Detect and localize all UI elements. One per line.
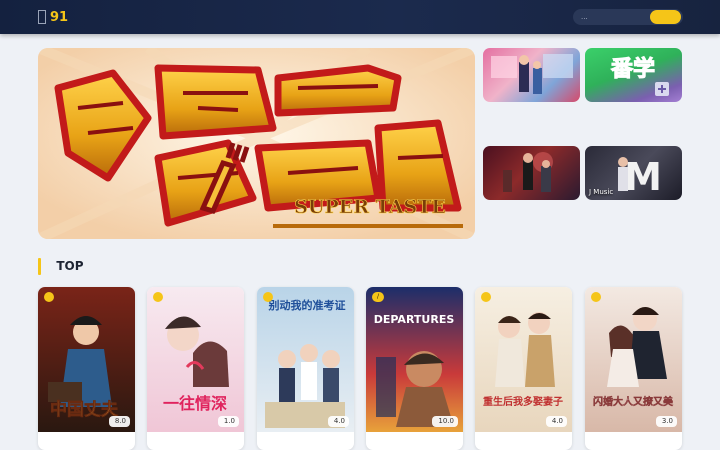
rating-badge: 4.0 xyxy=(545,416,567,427)
featured-card-4[interactable]: M J Music xyxy=(585,146,682,200)
video-card-poster: 闪婚大人又撩又美 xyxy=(585,287,682,432)
featured-card-2[interactable]: 番学 xyxy=(585,48,682,102)
category-badge xyxy=(263,292,273,302)
video-card[interactable]: 别动我的准考证 4.0 xyxy=(257,287,354,450)
rating-badge: 4.0 xyxy=(327,416,349,427)
video-card[interactable]: 闪婚大人又撩又美 3.0 xyxy=(585,287,682,450)
video-card[interactable]: 中国丈夫 8.0 xyxy=(38,287,135,450)
video-card[interactable]: 重生后我多娶妻子 4.0 xyxy=(475,287,572,450)
rating-value: 1.0 xyxy=(223,417,235,425)
search-input[interactable] xyxy=(581,11,647,23)
video-card[interactable]: DEPARTURES / 10.0 xyxy=(366,287,463,450)
video-card[interactable]: 一往情深 1.0 xyxy=(147,287,244,450)
video-card-poster: DEPARTURES xyxy=(366,287,463,432)
svg-text:闪婚大人又撩又美: 闪婚大人又撩又美 xyxy=(593,395,674,408)
video-card-poster: 中国丈夫 xyxy=(38,287,135,432)
featured-card-2-thumbnail: 番学 xyxy=(609,56,669,96)
video-card-poster: 重生后我多娶妻子 xyxy=(475,287,572,432)
svg-text:番学: 番学 xyxy=(610,56,655,82)
video-card-poster: 别动我的准考证 xyxy=(257,287,354,432)
featured-card-3-thumbnail xyxy=(503,152,553,192)
rating-value: 10.0 xyxy=(438,417,454,425)
section-accent-bar xyxy=(38,258,41,275)
section-title: TOP xyxy=(48,259,84,273)
logo-number: 91 xyxy=(50,9,69,25)
rating-badge: 10.0 xyxy=(432,416,458,427)
featured-card-1[interactable] xyxy=(483,48,580,102)
svg-text:重生后我多娶妻子: 重生后我多娶妻子 xyxy=(483,395,563,408)
svg-text:别动我的准考证: 别动我的准考证 xyxy=(268,298,346,312)
section-title-text: TOP xyxy=(52,259,84,273)
hero-banner[interactable]: SUPER TASTE xyxy=(38,48,475,239)
category-badge: / xyxy=(372,292,385,302)
category-badge xyxy=(481,292,491,302)
rating-badge: 8.0 xyxy=(108,416,130,427)
rating-value: 8.0 xyxy=(114,417,126,425)
featured-card-3[interactable] xyxy=(483,146,580,200)
svg-text:DEPARTURES: DEPARTURES xyxy=(374,313,455,326)
svg-text:一往情深: 一往情深 xyxy=(163,394,227,413)
rating-badge: 1.0 xyxy=(217,416,239,427)
rating-value: 4.0 xyxy=(333,417,345,425)
category-badge xyxy=(153,292,163,302)
rating-value: 3.0 xyxy=(661,417,673,425)
featured-card-4-label: J Music xyxy=(589,188,614,196)
search-box xyxy=(573,9,683,25)
rating-value: 4.0 xyxy=(551,417,563,425)
video-card-poster: 一往情深 xyxy=(147,287,244,432)
svg-text:M: M xyxy=(624,155,662,199)
category-badge xyxy=(591,292,601,302)
top-header: 91 xyxy=(0,0,720,34)
hero-subtitle: SUPER TASTE xyxy=(294,196,446,218)
rating-badge: 3.0 xyxy=(655,416,677,427)
category-badge xyxy=(44,292,54,302)
search-button[interactable] xyxy=(650,10,681,24)
hero-artwork: SUPER TASTE xyxy=(38,48,475,239)
main-nav xyxy=(284,8,361,26)
site-logo[interactable]: 91 xyxy=(38,7,71,27)
featured-card-1-thumbnail xyxy=(491,54,573,94)
broken-image-icon xyxy=(38,10,46,24)
